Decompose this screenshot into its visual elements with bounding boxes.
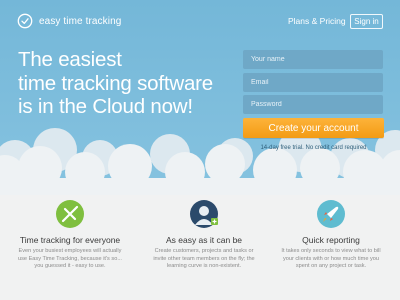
headline-line: is in the Cloud now! xyxy=(18,95,193,118)
feature-title: Time tracking for everyone xyxy=(19,235,121,245)
feature-description: Create customers, projects and tasks or … xyxy=(153,248,255,270)
stopwatch-check-icon xyxy=(56,200,84,228)
logo-text: easy time tracking xyxy=(39,15,122,27)
feature-time-tracking: Time tracking for everyone Even your bus… xyxy=(5,199,135,271)
headline-line: time tracking software xyxy=(18,71,213,95)
trial-note: 14-day free trial. No credit card requir… xyxy=(260,145,367,151)
feature-easy: As easy as it can be Create customers, p… xyxy=(139,199,269,271)
logo[interactable]: easy time tracking xyxy=(17,13,121,29)
hero-headline: The easiest time tracking software is in… xyxy=(18,48,228,119)
feature-title: As easy as it can be xyxy=(165,235,243,245)
features-section: Time tracking for everyone Even your bus… xyxy=(0,195,400,300)
hero-section: easy time tracking Plans & Pricing Sign … xyxy=(0,0,400,195)
email-input[interactable] xyxy=(243,72,383,92)
signin-button[interactable]: Sign in xyxy=(350,14,383,29)
password-input[interactable] xyxy=(243,95,383,114)
rocket-icon xyxy=(317,200,345,228)
name-input[interactable] xyxy=(243,50,383,69)
feature-title: Quick reporting xyxy=(302,235,360,245)
signup-form: Create your account xyxy=(243,50,384,138)
nav-plans-pricing[interactable]: Plans & Pricing xyxy=(288,16,346,26)
headline-line: The easiest xyxy=(18,48,122,71)
top-bar: easy time tracking Plans & Pricing Sign … xyxy=(0,0,400,42)
clock-check-icon xyxy=(17,13,33,29)
user-add-icon xyxy=(190,200,218,228)
feature-description: Even your busiest employees will actuall… xyxy=(18,248,122,270)
feature-description: It takes only seconds to view what to bi… xyxy=(281,248,381,270)
feature-reporting: Quick reporting It takes only seconds to… xyxy=(266,199,396,271)
create-account-button[interactable]: Create your account xyxy=(243,118,384,138)
